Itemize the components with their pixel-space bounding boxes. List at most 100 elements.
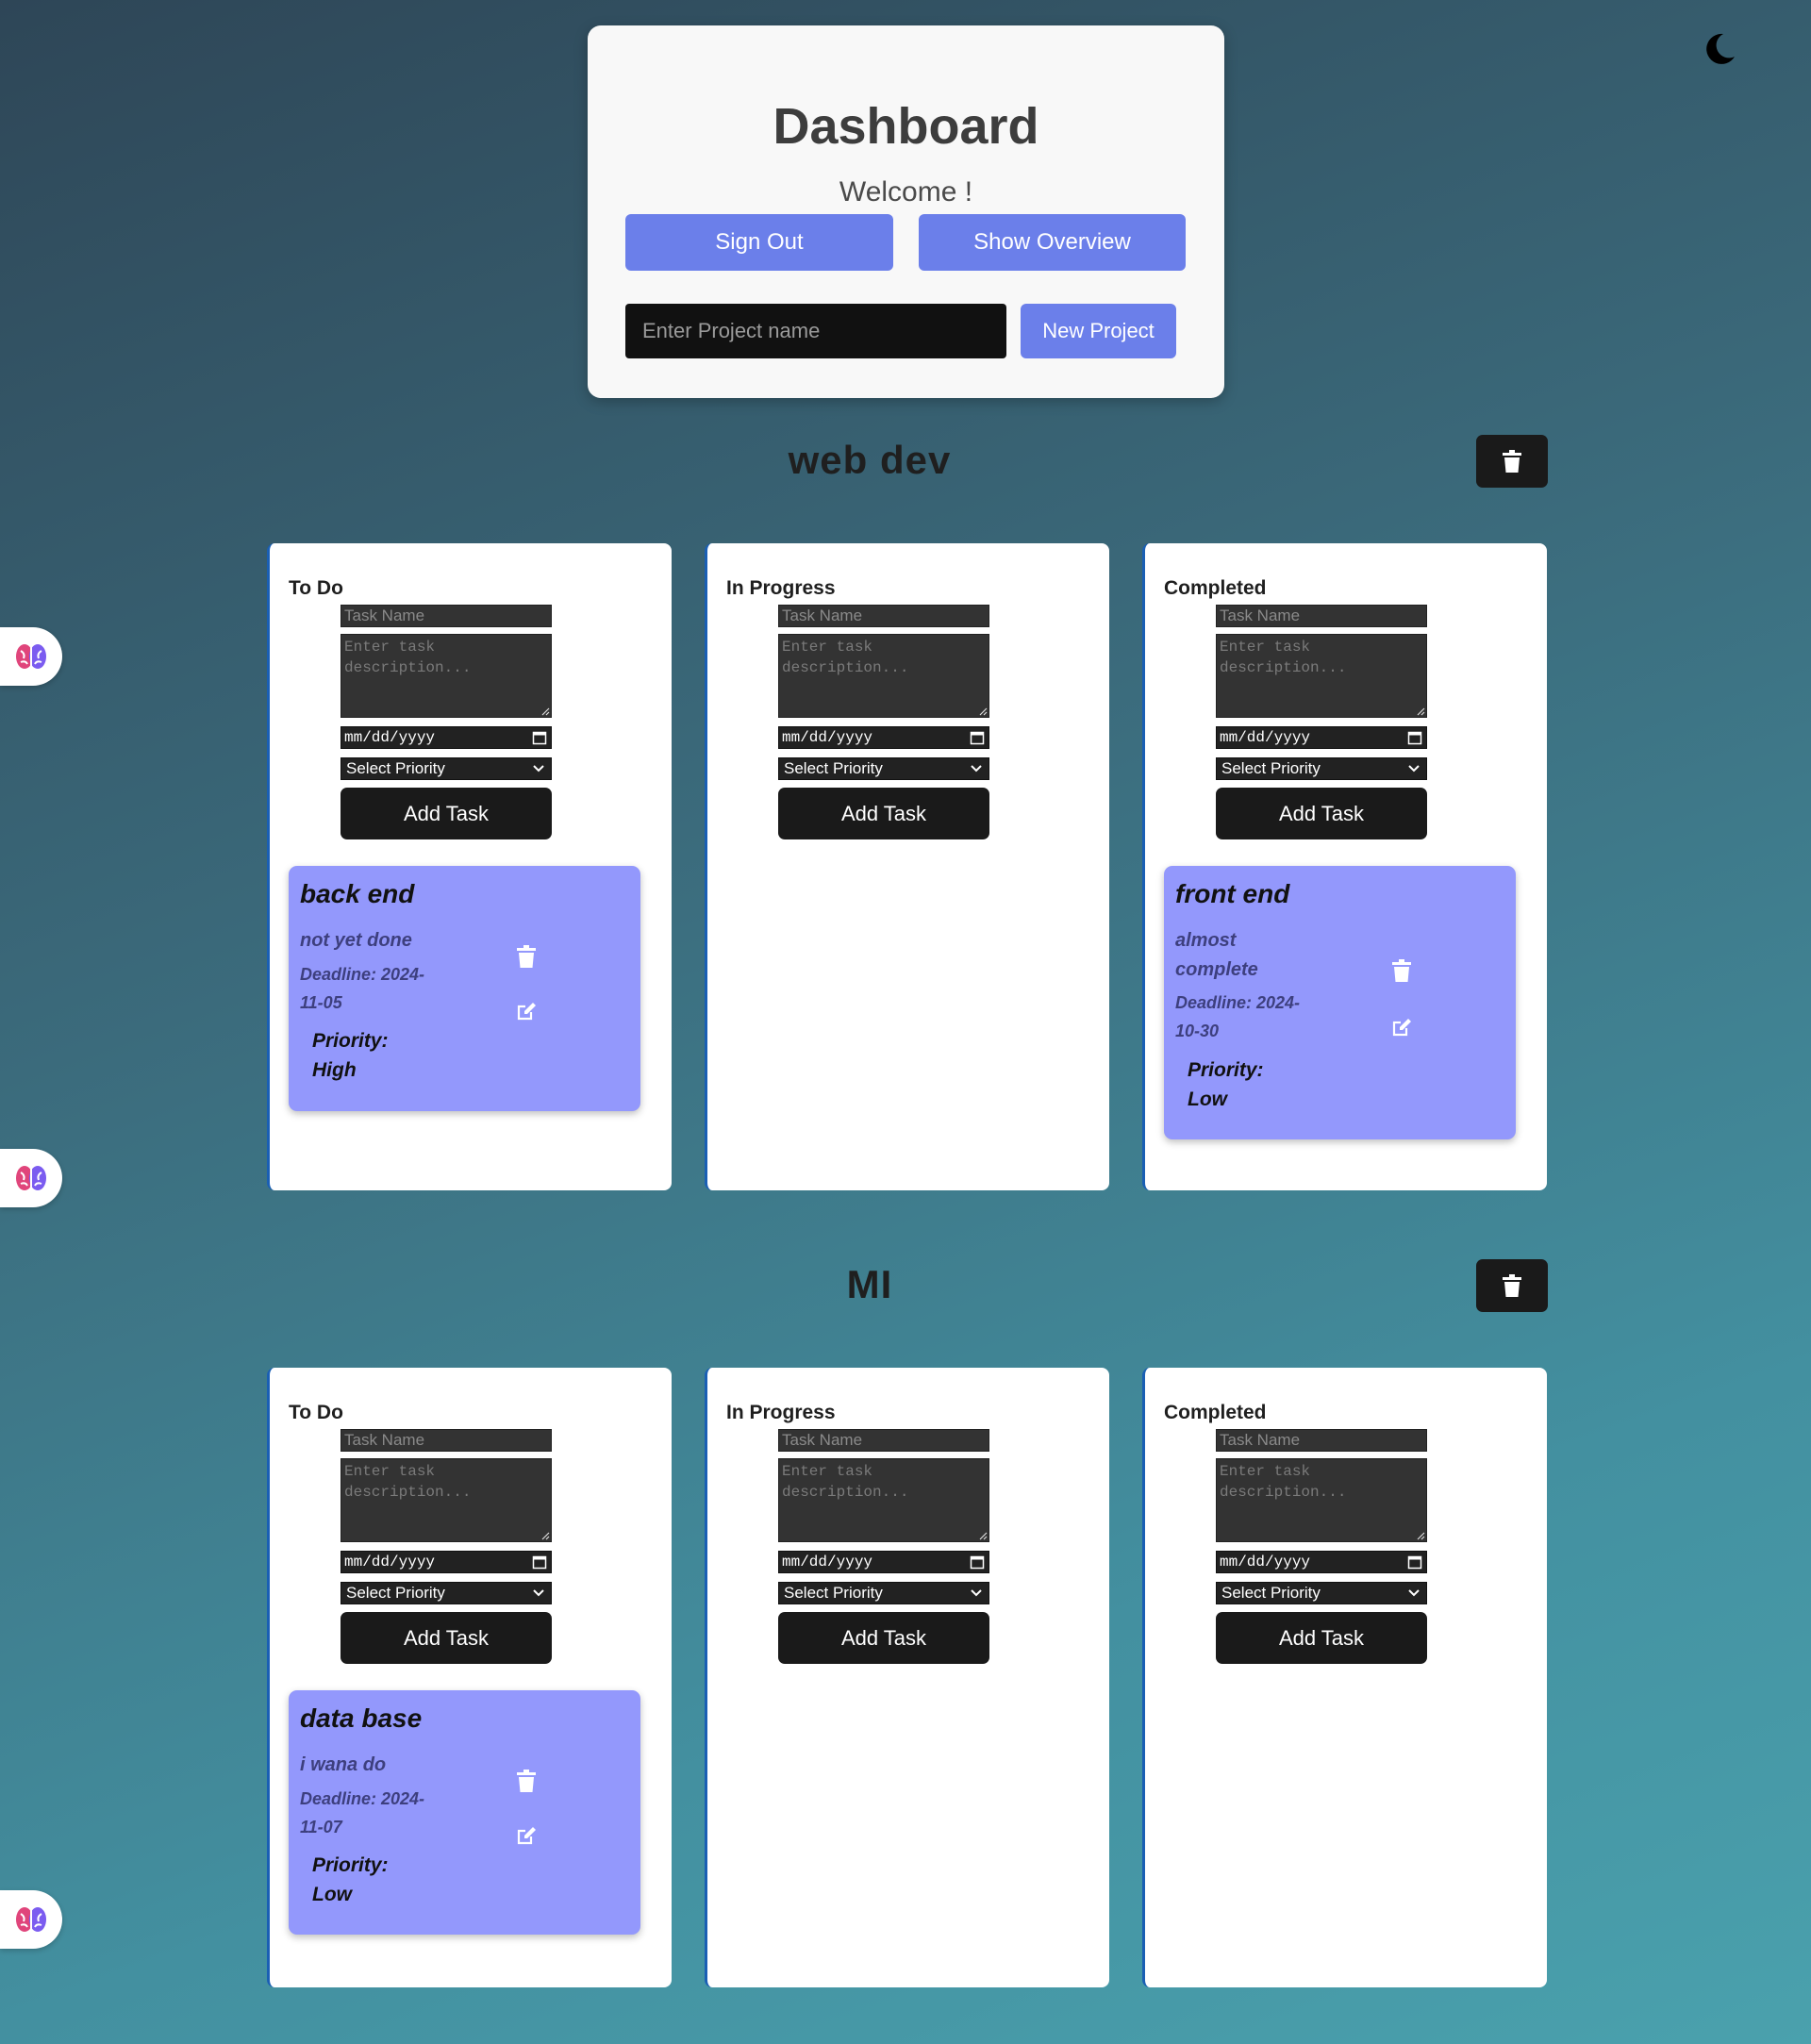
priority-select[interactable]: Select Priority bbox=[1216, 757, 1427, 780]
task-name-input[interactable] bbox=[341, 605, 552, 627]
calendar-icon[interactable] bbox=[1407, 730, 1422, 745]
calendar-icon[interactable] bbox=[970, 1554, 985, 1570]
priority-select[interactable]: Select Priority bbox=[778, 757, 989, 780]
priority-select-value: Select Priority bbox=[784, 1584, 883, 1602]
side-assistant-button[interactable] bbox=[0, 1890, 62, 1949]
add-task-button[interactable]: Add Task bbox=[1216, 1612, 1427, 1664]
task-description-input[interactable] bbox=[341, 634, 552, 718]
task-deadline: Deadline: 2024-11-05 bbox=[300, 965, 425, 1012]
priority-select-value: Select Priority bbox=[346, 759, 445, 777]
delete-task-button[interactable] bbox=[512, 1767, 540, 1795]
priority-select-value: Select Priority bbox=[346, 1584, 445, 1602]
deadline-date-input[interactable]: mm/dd/yyyy bbox=[778, 726, 989, 749]
column-todo: To Do mm/dd/yyyy Select Priority Add Tas… bbox=[267, 1368, 672, 1987]
task-name-input[interactable] bbox=[1216, 1429, 1427, 1452]
brain-icon bbox=[16, 1166, 46, 1190]
task-description: not yet done bbox=[300, 930, 412, 951]
brain-icon bbox=[16, 1907, 46, 1932]
chevron-down-icon bbox=[533, 765, 544, 773]
priority-select-value: Select Priority bbox=[784, 759, 883, 777]
moon-icon bbox=[1706, 33, 1735, 64]
add-task-button[interactable]: Add Task bbox=[341, 788, 552, 839]
delete-task-button[interactable] bbox=[1387, 956, 1416, 985]
brain-icon bbox=[16, 644, 46, 669]
column-completed: Completed mm/dd/yyyy Select Priority Add… bbox=[1142, 1368, 1547, 1987]
task-name-input[interactable] bbox=[778, 1429, 989, 1452]
deadline-date-input[interactable]: mm/dd/yyyy bbox=[1216, 726, 1427, 749]
sign-out-button[interactable]: Sign Out bbox=[625, 214, 893, 271]
resize-handle-icon[interactable] bbox=[1416, 706, 1425, 716]
task-name-input[interactable] bbox=[1216, 605, 1427, 627]
resize-handle-icon[interactable] bbox=[540, 706, 550, 716]
dashboard-card: Dashboard Welcome ! Sign Out Show Overvi… bbox=[588, 25, 1224, 398]
resize-handle-icon[interactable] bbox=[540, 1531, 550, 1540]
column-title: To Do bbox=[289, 1402, 343, 1423]
add-task-button[interactable]: Add Task bbox=[778, 1612, 989, 1664]
task-card[interactable]: back end not yet done Deadline: 2024-11-… bbox=[289, 866, 640, 1111]
calendar-icon[interactable] bbox=[1407, 1554, 1422, 1570]
show-overview-button[interactable]: Show Overview bbox=[919, 214, 1186, 271]
priority-select[interactable]: Select Priority bbox=[341, 1582, 552, 1604]
deadline-date-input[interactable]: mm/dd/yyyy bbox=[1216, 1551, 1427, 1573]
priority-select[interactable]: Select Priority bbox=[341, 757, 552, 780]
edit-icon bbox=[517, 1003, 536, 1021]
deadline-date-input[interactable]: mm/dd/yyyy bbox=[341, 1551, 552, 1573]
deadline-date-input[interactable]: mm/dd/yyyy bbox=[778, 1551, 989, 1573]
task-title: front end bbox=[1175, 879, 1290, 908]
resize-handle-icon[interactable] bbox=[978, 1531, 988, 1540]
task-card[interactable]: data base i wana do Deadline: 2024-11-07… bbox=[289, 1690, 640, 1935]
date-placeholder: mm/dd/yyyy bbox=[1220, 1554, 1311, 1570]
task-name-input[interactable] bbox=[341, 1429, 552, 1452]
task-priority: Priority: Low bbox=[312, 1854, 389, 1905]
edit-icon bbox=[517, 1827, 536, 1845]
add-task-button[interactable]: Add Task bbox=[1216, 788, 1427, 839]
priority-select[interactable]: Select Priority bbox=[778, 1582, 989, 1604]
new-project-button[interactable]: New Project bbox=[1021, 304, 1176, 358]
task-description-input[interactable] bbox=[778, 1458, 989, 1542]
date-placeholder: mm/dd/yyyy bbox=[344, 1554, 436, 1570]
trash-icon bbox=[1503, 450, 1521, 473]
delete-project-button[interactable] bbox=[1476, 435, 1548, 488]
calendar-icon[interactable] bbox=[532, 1554, 547, 1570]
task-description: almost complete bbox=[1175, 930, 1258, 980]
welcome-message: Welcome ! bbox=[839, 176, 973, 208]
chevron-down-icon bbox=[533, 1589, 544, 1597]
edit-task-button[interactable] bbox=[512, 997, 540, 1025]
calendar-icon[interactable] bbox=[970, 730, 985, 745]
add-task-button[interactable]: Add Task bbox=[778, 788, 989, 839]
task-title: back end bbox=[300, 879, 415, 908]
page-title: Dashboard bbox=[773, 98, 1039, 155]
delete-project-button[interactable] bbox=[1476, 1259, 1548, 1312]
priority-select[interactable]: Select Priority bbox=[1216, 1582, 1427, 1604]
task-description-input[interactable] bbox=[341, 1458, 552, 1542]
task-card[interactable]: front end almost complete Deadline: 2024… bbox=[1164, 866, 1516, 1139]
task-priority: Priority: High bbox=[312, 1030, 389, 1081]
task-description: i wana do bbox=[300, 1754, 387, 1775]
column-completed: Completed mm/dd/yyyy Select Priority Add… bbox=[1142, 543, 1547, 1190]
trash-icon bbox=[1503, 1274, 1521, 1297]
project-name-input[interactable] bbox=[625, 304, 1006, 358]
side-assistant-button[interactable] bbox=[0, 627, 62, 686]
edit-task-button[interactable] bbox=[1387, 1013, 1416, 1041]
edit-task-button[interactable] bbox=[512, 1821, 540, 1850]
task-title: data base bbox=[300, 1703, 423, 1733]
trash-icon bbox=[517, 1770, 536, 1792]
add-task-button[interactable]: Add Task bbox=[341, 1612, 552, 1664]
date-placeholder: mm/dd/yyyy bbox=[344, 729, 436, 746]
side-assistant-button[interactable] bbox=[0, 1149, 62, 1207]
project-title: web dev bbox=[788, 438, 952, 482]
theme-toggle-button[interactable] bbox=[1699, 28, 1740, 70]
trash-icon bbox=[1392, 959, 1411, 982]
resize-handle-icon[interactable] bbox=[978, 706, 988, 716]
chevron-down-icon bbox=[971, 1589, 982, 1597]
calendar-icon[interactable] bbox=[532, 730, 547, 745]
resize-handle-icon[interactable] bbox=[1416, 1531, 1425, 1540]
deadline-date-input[interactable]: mm/dd/yyyy bbox=[341, 726, 552, 749]
task-description-input[interactable] bbox=[778, 634, 989, 718]
task-description-input[interactable] bbox=[1216, 1458, 1427, 1542]
task-description-input[interactable] bbox=[1216, 634, 1427, 718]
delete-task-button[interactable] bbox=[512, 942, 540, 971]
priority-select-value: Select Priority bbox=[1221, 1584, 1321, 1602]
column-title: Completed bbox=[1164, 577, 1267, 599]
task-name-input[interactable] bbox=[778, 605, 989, 627]
